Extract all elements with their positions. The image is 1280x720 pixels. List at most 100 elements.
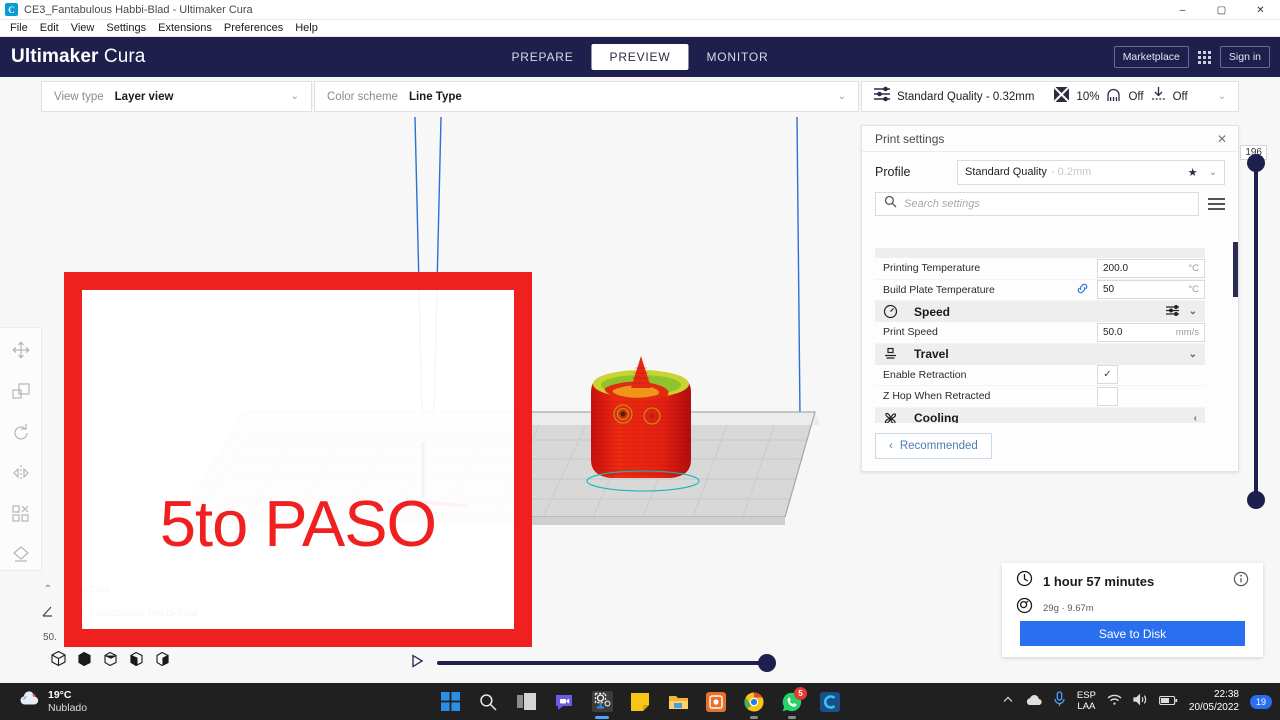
close-button[interactable]: ✕ (1241, 0, 1280, 20)
tray-expand-icon[interactable] (1002, 693, 1014, 711)
support-blocker-icon[interactable] (7, 541, 35, 569)
search-icon[interactable] (476, 690, 500, 714)
cura-icon[interactable] (818, 690, 842, 714)
file-explorer-icon[interactable] (666, 690, 690, 714)
setting-value-field[interactable]: 50.0 mm/s (1097, 322, 1205, 342)
layer-slider[interactable] (1247, 154, 1265, 509)
setting-enable-retraction[interactable]: Enable Retraction ✓ (875, 365, 1205, 386)
mirror-tool-icon[interactable] (7, 459, 35, 487)
recommended-label: Recommended (899, 440, 978, 452)
view-type-dropdown[interactable]: View type Layer view ⌄ (41, 81, 312, 112)
close-icon[interactable]: ✕ (1217, 132, 1227, 146)
chevron-left-icon[interactable]: ‹ (1194, 413, 1197, 424)
color-scheme-dropdown[interactable]: Color scheme Line Type ⌄ (314, 81, 859, 112)
layer-slider-upper-handle[interactable] (1247, 154, 1265, 172)
sticky-notes-icon[interactable] (628, 690, 652, 714)
settings-list[interactable]: Printing Temperature 200.0 °C Build Plat… (875, 248, 1205, 423)
volume-icon[interactable] (1133, 693, 1148, 711)
setting-build-plate-temperature[interactable]: Build Plate Temperature 50 °C (875, 280, 1205, 301)
setting-value-field[interactable]: 50 °C (1097, 280, 1205, 300)
chevron-down-icon[interactable]: ⌄ (1218, 91, 1226, 102)
checkbox-checked[interactable]: ✓ (1097, 365, 1118, 385)
language-indicator[interactable]: ESP LAA (1077, 690, 1096, 713)
windows-start-icon[interactable] (438, 690, 462, 714)
category-actions: ⌄ (1189, 349, 1197, 360)
tune-icon[interactable] (1165, 304, 1180, 320)
profile-label: Profile (875, 165, 911, 179)
sign-in-button[interactable]: Sign in (1219, 46, 1270, 68)
menu-edit[interactable]: Edit (34, 20, 65, 37)
search-input[interactable] (904, 198, 1190, 210)
settings-category-travel[interactable]: Travel ⌄ (875, 343, 1205, 365)
wifi-icon[interactable] (1107, 693, 1122, 711)
view-right-icon[interactable] (154, 650, 171, 672)
menu-view[interactable]: View (65, 20, 101, 37)
sliced-model[interactable] (555, 352, 745, 502)
onedrive-cloud-icon[interactable] (1025, 693, 1042, 711)
spool-icon (1016, 597, 1033, 619)
settings-category-material-partial[interactable] (875, 249, 1205, 258)
setting-print-speed[interactable]: Print Speed 50.0 mm/s (875, 322, 1205, 344)
view-left-icon[interactable] (128, 650, 145, 672)
rotate-tool-icon[interactable] (7, 418, 35, 446)
slider-handle[interactable] (758, 654, 776, 672)
per-model-settings-icon[interactable] (7, 500, 35, 528)
play-icon[interactable] (410, 654, 424, 673)
microphone-icon[interactable] (1053, 691, 1066, 712)
checkbox-unchecked[interactable] (1097, 386, 1118, 406)
info-icon[interactable] (1233, 571, 1249, 592)
chevron-down-icon[interactable]: ⌄ (1209, 167, 1217, 178)
cura-icon: C (5, 3, 18, 16)
chat-icon[interactable] (552, 690, 576, 714)
maximize-button[interactable]: ▢ (1202, 0, 1241, 20)
setting-z-hop-when-retracted[interactable]: Z Hop When Retracted (875, 386, 1205, 408)
tab-monitor[interactable]: MONITOR (688, 44, 786, 70)
notification-badge[interactable]: 19 (1249, 694, 1272, 709)
chevron-down-icon[interactable]: ⌄ (1189, 349, 1197, 360)
minimize-button[interactable]: – (1163, 0, 1202, 20)
print-setup-selector[interactable]: Standard Quality - 0.32mm 10% Off Off ⌄ (861, 81, 1239, 112)
simulation-time-slider[interactable] (437, 654, 776, 672)
setting-value-field[interactable]: 200.0 °C (1097, 258, 1205, 278)
cura-active-icon[interactable] (590, 690, 614, 719)
search-settings-box[interactable] (875, 192, 1199, 216)
setting-printing-temperature[interactable]: Printing Temperature 200.0 °C (875, 258, 1205, 280)
photo-app-icon[interactable] (704, 690, 728, 714)
menubar: File Edit View Settings Extensions Prefe… (0, 20, 1280, 37)
tab-preview[interactable]: PREVIEW (591, 44, 689, 70)
link-icon[interactable] (1076, 282, 1089, 298)
menu-extensions[interactable]: Extensions (152, 20, 218, 37)
move-tool-icon[interactable] (7, 336, 35, 364)
whatsapp-icon[interactable]: 5 (780, 686, 807, 719)
clock-widget[interactable]: 22:38 20/05/2022 (1189, 689, 1239, 714)
menu-preferences[interactable]: Preferences (218, 20, 289, 37)
category-label: Travel (914, 347, 949, 361)
menu-file[interactable]: File (4, 20, 34, 37)
chrome-icon[interactable] (742, 690, 766, 719)
chevron-down-icon[interactable]: ⌄ (1189, 306, 1197, 317)
taskbar-weather-widget[interactable]: 19°C Nublado (18, 689, 87, 714)
marketplace-button[interactable]: Marketplace (1113, 46, 1189, 68)
task-view-icon[interactable] (514, 690, 538, 714)
battery-icon[interactable] (1158, 693, 1178, 711)
settings-category-cooling[interactable]: Cooling ‹ (875, 407, 1205, 424)
menu-settings[interactable]: Settings (100, 20, 152, 37)
model-tools-toolbar (0, 327, 42, 571)
setting-label: Print Speed (883, 326, 938, 339)
tab-prepare[interactable]: PREPARE (493, 44, 591, 70)
apps-grid-icon[interactable] (1197, 50, 1211, 64)
settings-visibility-icon[interactable] (1208, 198, 1225, 210)
view-front-icon[interactable] (76, 650, 93, 672)
layer-slider-lower-handle[interactable] (1247, 491, 1265, 509)
settings-category-speed[interactable]: Speed ⌄ (875, 301, 1205, 322)
save-to-disk-button[interactable]: Save to Disk (1020, 621, 1245, 646)
scale-tool-icon[interactable] (7, 377, 35, 405)
recommended-mode-button[interactable]: ‹ Recommended (875, 433, 992, 459)
setting-label: Z Hop When Retracted (883, 390, 991, 403)
view-top-icon[interactable] (102, 650, 119, 672)
view-3d-icon[interactable] (50, 650, 67, 672)
settings-scrollbar[interactable] (1233, 242, 1238, 297)
star-icon[interactable]: ★ (1188, 166, 1198, 179)
profile-select[interactable]: Standard Quality - 0.2mm ★ ⌄ (957, 159, 1225, 185)
menu-help[interactable]: Help (289, 20, 324, 37)
